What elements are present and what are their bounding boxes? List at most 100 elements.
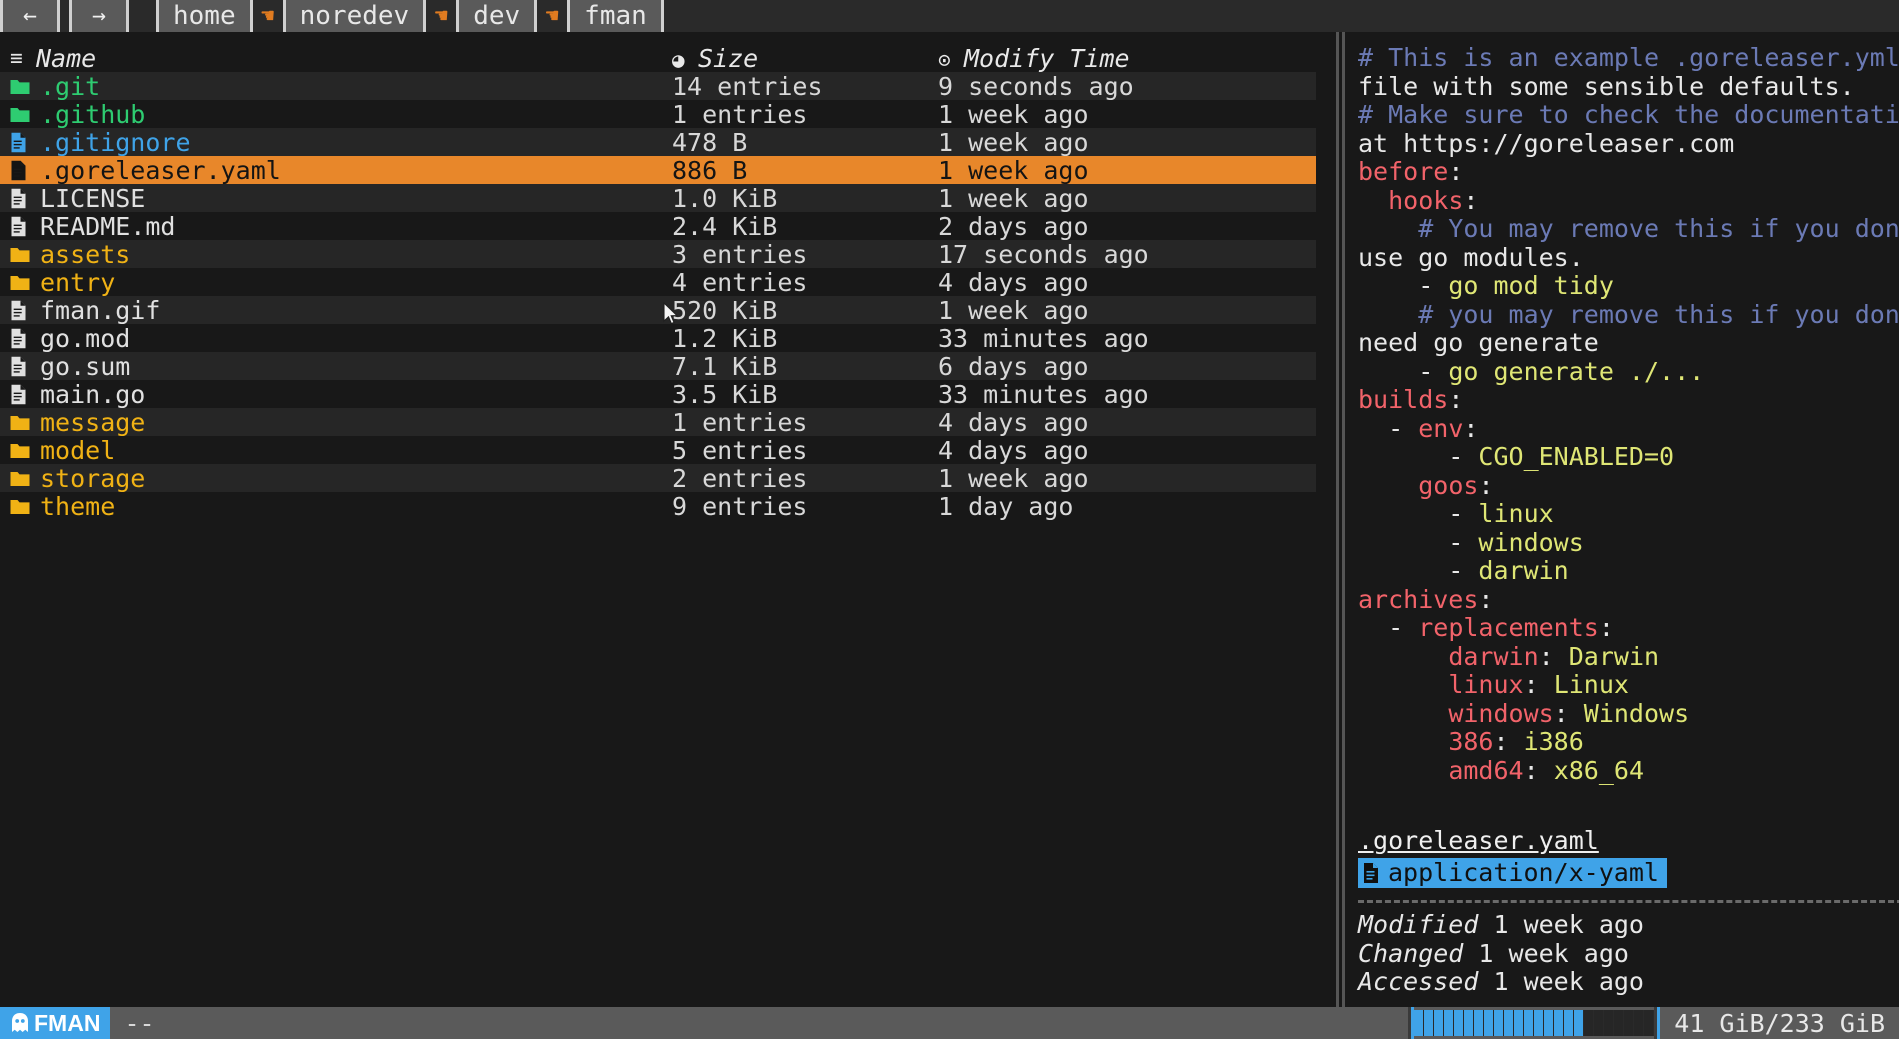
code-token: - <box>1358 556 1479 585</box>
code-token: Linux <box>1553 670 1629 699</box>
code-line: # You may remove this if you don't <box>1358 214 1899 244</box>
table-row[interactable]: .goreleaser.yaml 886 B 1 week ago <box>0 155 1316 185</box>
file-modify-time-label: 1 week ago <box>938 463 1089 493</box>
code-token: : <box>1478 470 1494 500</box>
file-name-label: .git <box>40 71 101 101</box>
breadcrumb-item-dev[interactable]: dev <box>459 0 535 32</box>
gauge-cell <box>1514 1010 1525 1036</box>
preview-pane[interactable]: # This is an example .goreleaser.yml file… <box>1348 32 1899 1007</box>
code-token: env <box>1418 413 1464 443</box>
folder-icon <box>10 498 40 515</box>
code-token: : <box>1448 157 1464 186</box>
column-header-time[interactable]: ⊙ Modify Time <box>938 44 1316 73</box>
gauge-cell <box>1484 1010 1495 1036</box>
file-list-pane[interactable]: ≡ Name ◕ Size ⊙ Modify Time .git 14 entries 9… <box>0 32 1336 1007</box>
gauge-cell <box>1524 1010 1535 1036</box>
code-token: - <box>1358 356 1449 386</box>
code-token: : <box>1538 641 1569 671</box>
file-name-label: model <box>40 435 116 465</box>
table-row[interactable]: go.sum 7.1 KiB 6 days ago <box>0 351 1316 381</box>
table-row[interactable]: .gitignore 478 B 1 week ago <box>0 128 1316 157</box>
code-line: # you may remove this if you don't <box>1358 300 1899 330</box>
file-attribute-label: Accessed <box>1358 967 1479 997</box>
table-row[interactable]: fman.gif 520 KiB 1 week ago <box>0 296 1316 325</box>
file-attribute-row: Accessed 1 week ago <box>1358 968 1899 997</box>
breadcrumb-item-noredev[interactable]: noredev <box>285 0 424 32</box>
file-info-attributes: Modified 1 week ago Changed 1 week ago Acc… <box>1358 911 1899 997</box>
file-size-label: 3.5 KiB <box>672 379 778 409</box>
file-row-name-cell: fman.gif <box>0 296 672 325</box>
folder-icon <box>10 78 40 95</box>
clock-icon: ⊙ <box>938 47 951 72</box>
pane-divider-secondary[interactable] <box>1342 32 1345 1007</box>
code-token: : <box>1493 727 1524 756</box>
code-token: i386 <box>1523 727 1584 756</box>
code-token: # Make sure to check the documentation <box>1358 100 1899 129</box>
file-name-label: fman.gif <box>40 295 161 325</box>
table-row[interactable]: LICENSE 1.0 KiB 1 week ago <box>0 183 1316 213</box>
pane-divider[interactable] <box>1336 32 1339 1007</box>
code-token: linux <box>1478 499 1554 528</box>
column-header-name-label: Name <box>36 43 97 73</box>
file-size-label: 3 entries <box>672 239 808 269</box>
file-modify-time-label: 1 week ago <box>938 155 1089 185</box>
file-size-label: 2 entries <box>672 463 808 493</box>
code-token: : <box>1478 584 1494 614</box>
file-attribute-row: Modified 1 week ago <box>1358 911 1899 940</box>
code-token: : <box>1463 185 1479 215</box>
gauge-cell <box>1534 1010 1545 1036</box>
table-row[interactable]: assets 3 entries 17 seconds ago <box>0 239 1316 269</box>
file-row-name-cell: model <box>0 436 672 465</box>
gauge-cell <box>1454 1010 1465 1036</box>
table-row[interactable]: go.mod 1.2 KiB 33 minutes ago <box>0 324 1316 353</box>
back-button[interactable]: ← <box>3 0 57 32</box>
code-token: hooks <box>1388 185 1464 215</box>
file-row-name-cell: theme <box>0 492 672 521</box>
column-header-name[interactable]: ≡ Name <box>0 44 672 73</box>
gauge-cell <box>1464 1010 1475 1036</box>
code-token: - <box>1358 271 1449 300</box>
table-row[interactable]: theme 9 entries 1 day ago <box>0 491 1316 521</box>
code-line: - go mod tidy <box>1358 271 1899 301</box>
file-name-label: storage <box>40 463 146 493</box>
file-size-label: 1.0 KiB <box>672 183 778 213</box>
file-size-label: 7.1 KiB <box>672 351 778 381</box>
table-row[interactable]: storage 2 entries 1 week ago <box>0 463 1316 493</box>
table-row[interactable]: .git 14 entries 9 seconds ago <box>0 71 1316 101</box>
column-header-size[interactable]: ◕ Size <box>672 44 938 73</box>
gauge-cell <box>1604 1010 1615 1036</box>
code-token: goos <box>1418 470 1479 500</box>
file-list-header: ≡ Name ◕ Size ⊙ Modify Time <box>0 44 1316 73</box>
code-token: : <box>1598 613 1614 642</box>
file-row-name-cell: .goreleaser.yaml <box>0 156 672 185</box>
file-modify-time-label: 4 days ago <box>938 435 1089 465</box>
file-row-name-cell: storage <box>0 464 672 493</box>
file-name-label: entry <box>40 267 116 297</box>
breadcrumb-item-fman[interactable]: fman <box>570 0 661 32</box>
file-icon <box>10 328 40 349</box>
table-row[interactable]: message 1 entries 4 days ago <box>0 408 1316 437</box>
gauge-cell <box>1494 1010 1505 1036</box>
list-icon: ≡ <box>10 46 23 70</box>
mode-indicator: -- <box>124 1008 155 1038</box>
forward-button[interactable]: → <box>72 0 126 32</box>
table-row[interactable]: main.go 3.5 KiB 33 minutes ago <box>0 379 1316 409</box>
table-row[interactable]: model 5 entries 4 days ago <box>0 435 1316 465</box>
gauge-cell <box>1564 1010 1575 1036</box>
table-row[interactable]: entry 4 entries 4 days ago <box>0 267 1316 297</box>
table-row[interactable]: .github 1 entries 1 week ago <box>0 99 1316 129</box>
table-row[interactable]: README.md 2.4 KiB 2 days ago <box>0 212 1316 241</box>
file-size-label: 9 entries <box>672 491 808 521</box>
file-row-name-cell: message <box>0 408 672 437</box>
code-token: use go modules. <box>1358 242 1584 272</box>
navigation-bar: ← → home ☚ noredev ☚ dev ☚ fman <box>0 0 1899 32</box>
file-name-label: .github <box>40 99 146 129</box>
file-attribute-value: 1 week ago <box>1478 910 1644 940</box>
breadcrumb-item-home[interactable]: home <box>159 0 250 32</box>
code-token: builds <box>1358 385 1449 414</box>
code-token: # You may remove this if you don't <box>1358 214 1899 243</box>
file-name-label: message <box>40 407 146 437</box>
